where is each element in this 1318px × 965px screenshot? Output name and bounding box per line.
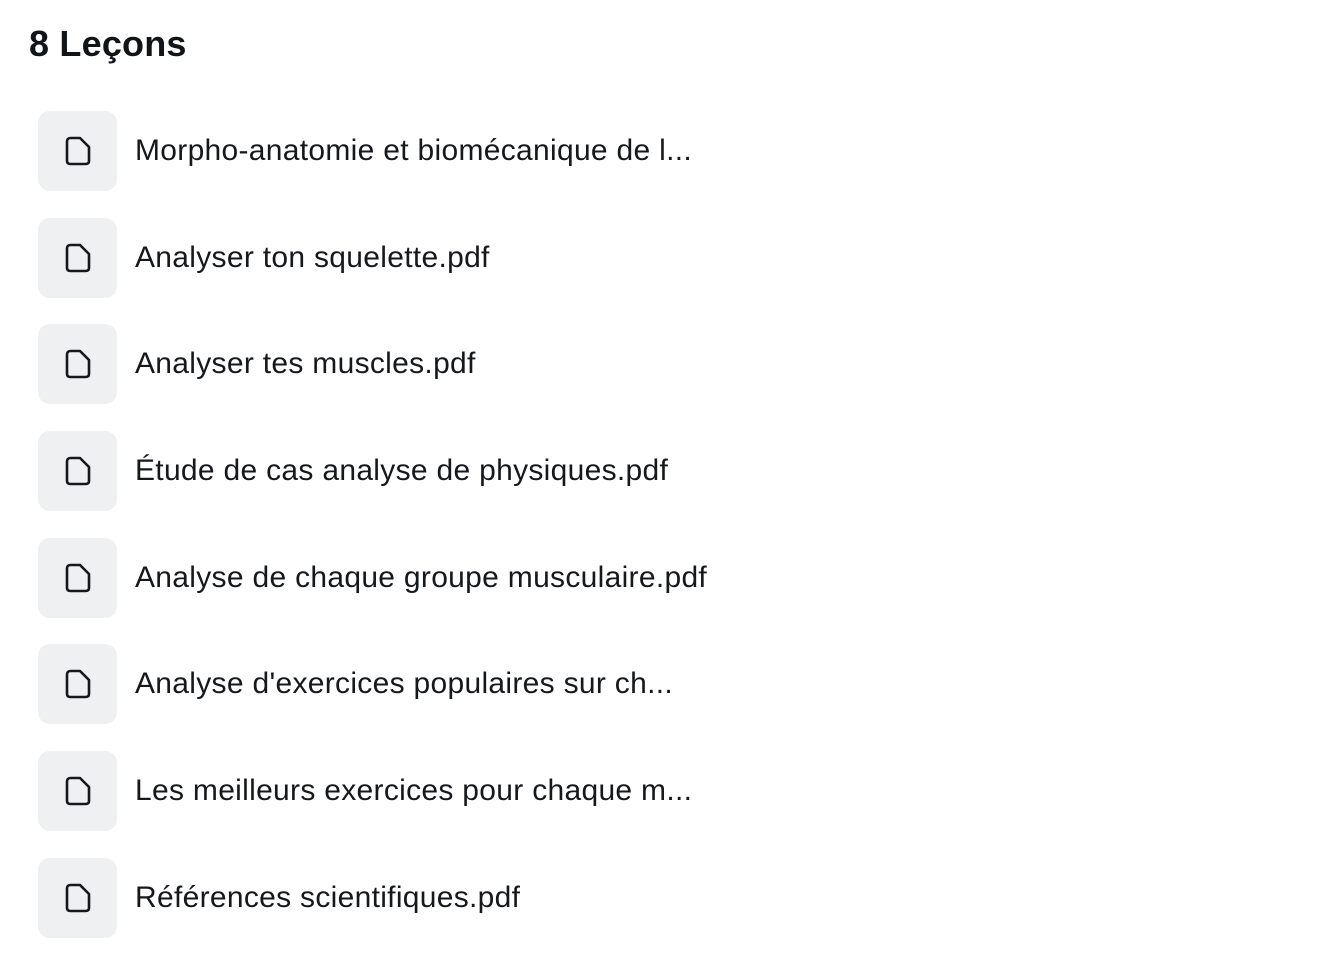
lesson-item[interactable]: Analyse de chaque groupe musculaire.pdf: [38, 537, 708, 618]
file-icon: [38, 644, 117, 725]
lesson-label: Morpho-anatomie et biomécanique de l...: [135, 134, 693, 167]
lesson-label: Les meilleurs exercices pour chaque m...: [135, 774, 693, 808]
lesson-item[interactable]: Analyser tes muscles.pdf: [38, 324, 707, 405]
lesson-label: Analyser ton squelette.pdf: [135, 240, 490, 274]
lesson-label: Analyser tes muscles.pdf: [135, 347, 476, 381]
file-icon: [38, 537, 117, 618]
lesson-list: Morpho-anatomie et biomécanique de l... …: [38, 111, 707, 965]
lesson-item[interactable]: Morpho-anatomie et biomécanique de l...: [38, 111, 707, 191]
lesson-label: Analyse de chaque groupe musculaire.pdf: [135, 560, 708, 594]
lesson-item[interactable]: Étude de cas analyse de physiques.pdf: [38, 431, 707, 512]
file-icon: [38, 324, 117, 405]
section-title: 8 Leçons: [29, 23, 187, 64]
lesson-item[interactable]: Analyser ton squelette.pdf: [38, 217, 707, 298]
lesson-label: Analyse d'exercices populaires sur ch...: [135, 667, 673, 701]
file-icon: [38, 431, 117, 512]
file-icon: [38, 111, 117, 191]
file-icon: [38, 217, 117, 298]
lesson-label: Étude de cas analyse de physiques.pdf: [135, 454, 669, 488]
lesson-item[interactable]: Les meilleurs exercices pour chaque m...: [38, 751, 707, 832]
lesson-item[interactable]: Références scientifiques.pdf: [38, 857, 707, 938]
file-icon: [38, 857, 117, 938]
lesson-label: Références scientifiques.pdf: [135, 880, 521, 914]
lesson-item[interactable]: Analyse d'exercices populaires sur ch...: [38, 644, 707, 725]
lessons-section: 8 Leçons Morpho-anatomie et biomécanique…: [0, 0, 1318, 954]
file-icon: [38, 751, 117, 832]
